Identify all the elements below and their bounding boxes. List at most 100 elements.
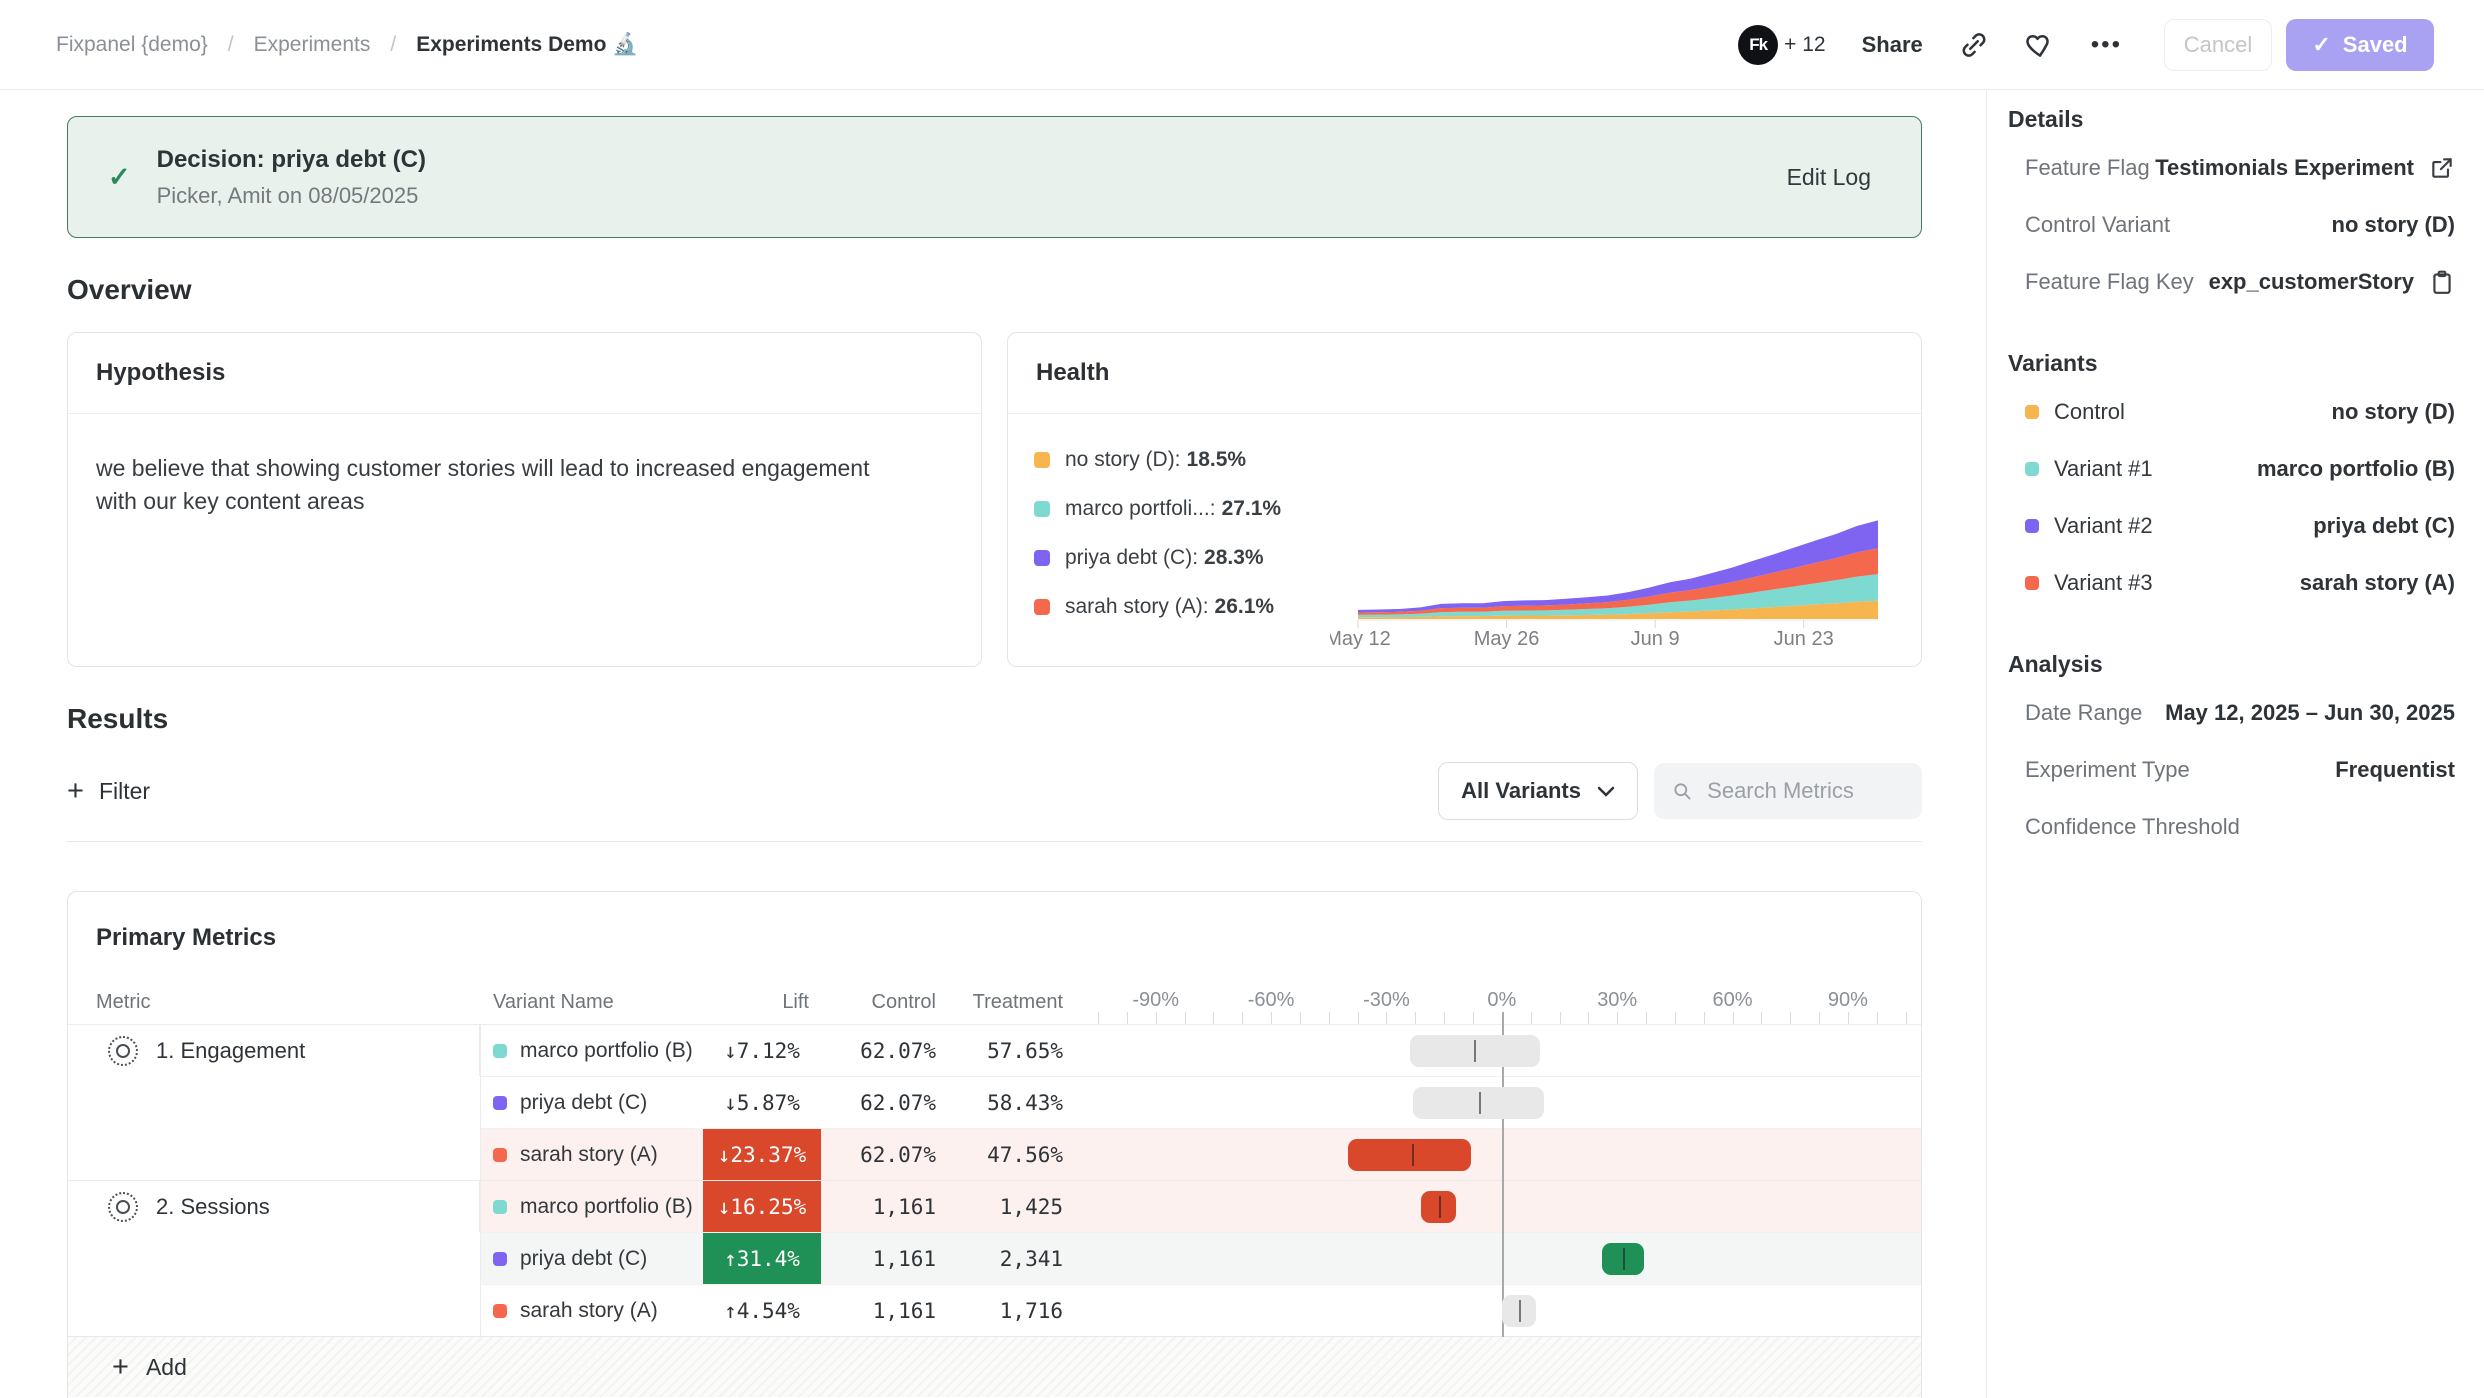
breadcrumb-item[interactable]: Experiments: [254, 33, 371, 57]
metric-name[interactable]: 2. Sessions: [68, 1181, 480, 1232]
metric-target-icon: [108, 1192, 138, 1222]
add-filter-button[interactable]: + Filter: [67, 777, 150, 806]
variant-cell: sarah story (A): [481, 1299, 703, 1323]
detail-value: no story (D): [2332, 399, 2455, 425]
detail-value-text: no story (D): [2332, 212, 2455, 238]
hypothesis-title: Hypothesis: [68, 333, 981, 414]
details-section: Feature FlagTestimonials ExperimentContr…: [2008, 139, 2455, 310]
results-toolbar: + Filter All Variants: [67, 763, 1922, 819]
detail-value-text: sarah story (A): [2300, 570, 2455, 596]
external-link-icon[interactable]: [2429, 155, 2455, 181]
analysis-row: Experiment TypeFrequentist: [2008, 741, 2455, 798]
metric-name[interactable]: 1. Engagement: [68, 1025, 480, 1076]
check-icon: ✓: [2312, 32, 2330, 58]
copy-link-icon[interactable]: [1959, 30, 1989, 60]
detail-value-text: exp_customerStory: [2209, 269, 2414, 295]
table-row[interactable]: marco portfolio (B)↓7.12%62.07%57.65%: [481, 1025, 1921, 1077]
metric-group: 2. Sessionsmarco portfolio (B)↓16.25%1,1…: [68, 1181, 1921, 1337]
search-metrics-input[interactable]: [1705, 777, 1904, 805]
variant-row-label: Control: [2025, 399, 2125, 425]
share-button[interactable]: Share: [1862, 32, 1923, 58]
metric-rows: marco portfolio (B)↓16.25%1,1611,425priy…: [481, 1181, 1921, 1336]
variant-slot-name: Variant #3: [2054, 570, 2153, 596]
axis-tick-label: 0%: [1487, 989, 1516, 1012]
hypothesis-text[interactable]: we believe that showing customer stories…: [68, 414, 934, 555]
legend-value: 18.5%: [1187, 448, 1247, 472]
health-title: Health: [1008, 333, 1921, 414]
axis-tick-label: 60%: [1713, 989, 1753, 1012]
variant-swatch: [493, 1148, 507, 1162]
saved-button[interactable]: ✓ Saved: [2286, 19, 2434, 71]
axis-tick: [1473, 1012, 1474, 1024]
axis-tick: [1790, 1012, 1791, 1024]
legend-swatch: [1034, 599, 1050, 615]
variant-swatch: [493, 1252, 507, 1266]
detail-label: Feature Flag Key: [2025, 269, 2194, 295]
overview-heading: Overview: [67, 274, 1986, 306]
treatment-value: 58.43%: [948, 1091, 1075, 1115]
legend-label: priya debt (C):: [1065, 546, 1198, 570]
axis-tick: [1415, 1012, 1416, 1024]
axis-tick: [1704, 1012, 1705, 1024]
table-row[interactable]: marco portfolio (B)↓16.25%1,1611,425: [481, 1181, 1921, 1233]
col-variant-name: Variant Name: [481, 991, 703, 1014]
search-icon: [1672, 779, 1692, 803]
detail-value-text: Testimonials Experiment: [2155, 155, 2414, 181]
variants-dropdown[interactable]: All Variants: [1438, 762, 1638, 820]
table-header: Metric Variant Name Lift Control Treatme…: [68, 980, 1921, 1025]
x-axis-label: May 26: [1474, 628, 1540, 650]
axis-tick: [1646, 1012, 1647, 1024]
axis-tick: [1127, 1012, 1128, 1024]
table-row[interactable]: sarah story (A)↓23.37%62.07%47.56%: [481, 1129, 1921, 1180]
axis-tick: [1531, 1012, 1532, 1024]
confidence-interval-cell: [1075, 1233, 1921, 1284]
variant-cell: priya debt (C): [481, 1247, 703, 1271]
lift-value: ↓16.25%: [703, 1181, 821, 1232]
metric-rows: marco portfolio (B)↓7.12%62.07%57.65%pri…: [481, 1025, 1921, 1180]
copy-clipboard-icon[interactable]: [2429, 269, 2455, 295]
variant-swatch: [493, 1304, 507, 1318]
legend-value: 28.3%: [1204, 546, 1264, 570]
axis-tick: [1761, 1012, 1762, 1024]
x-axis-label: Jun 9: [1631, 628, 1680, 650]
col-metric: Metric: [68, 991, 481, 1014]
variant-name: marco portfolio (B): [520, 1195, 693, 1219]
avatar[interactable]: Fk: [1738, 25, 1778, 65]
table-row[interactable]: priya debt (C)↑31.4%1,1612,341: [481, 1233, 1921, 1285]
more-options-button[interactable]: •••: [2091, 31, 2122, 59]
variant-cell: marco portfolio (B): [481, 1195, 703, 1219]
variant-row-label: Variant #2: [2025, 513, 2153, 539]
analysis-heading: Analysis: [2008, 651, 2455, 678]
breadcrumb-separator: /: [390, 33, 396, 57]
search-metrics-box: [1654, 763, 1922, 819]
favorite-heart-icon[interactable]: [2025, 30, 2055, 60]
top-bar: Fixpanel {demo}/Experiments/Experiments …: [0, 0, 2484, 90]
add-metric-button[interactable]: + Add: [68, 1337, 1921, 1397]
overview-cards: Hypothesis we believe that showing custo…: [67, 332, 1986, 667]
variant-swatch: [2025, 576, 2039, 590]
axis-tick: [1242, 1012, 1243, 1024]
table-row[interactable]: sarah story (A)↑4.54%1,1611,716: [481, 1285, 1921, 1336]
lift-marker: [1439, 1196, 1441, 1218]
lift-value: ↑31.4%: [703, 1233, 821, 1284]
breadcrumb-item[interactable]: Fixpanel {demo}: [56, 33, 208, 57]
primary-metrics-card: Primary Metrics Metric Variant Name Lift…: [67, 891, 1922, 1398]
plus-icon: +: [67, 777, 84, 806]
treatment-value: 1,716: [948, 1299, 1075, 1323]
edit-log-button[interactable]: Edit Log: [1787, 164, 1871, 191]
detail-value-text: Frequentist: [2335, 757, 2455, 783]
treatment-value: 57.65%: [948, 1039, 1075, 1063]
legend-value: 26.1%: [1215, 595, 1275, 619]
breadcrumb-item[interactable]: Experiments Demo 🔬: [416, 33, 638, 57]
lift-marker: [1519, 1300, 1521, 1322]
metric-cell: 1. Engagement: [68, 1025, 481, 1180]
details-sidebar: DetailsFeature FlagTestimonials Experime…: [1986, 90, 2484, 1398]
collaborators-count[interactable]: + 12: [1784, 33, 1825, 57]
legend-label: marco portfoli...:: [1065, 497, 1216, 521]
cancel-button[interactable]: Cancel: [2164, 19, 2272, 71]
variant-name: priya debt (C): [520, 1091, 647, 1115]
legend-label: no story (D):: [1065, 448, 1181, 472]
detail-value: priya debt (C): [2313, 513, 2455, 539]
table-row[interactable]: priya debt (C)↓5.87%62.07%58.43%: [481, 1077, 1921, 1129]
metric-label: 1. Engagement: [156, 1038, 305, 1064]
